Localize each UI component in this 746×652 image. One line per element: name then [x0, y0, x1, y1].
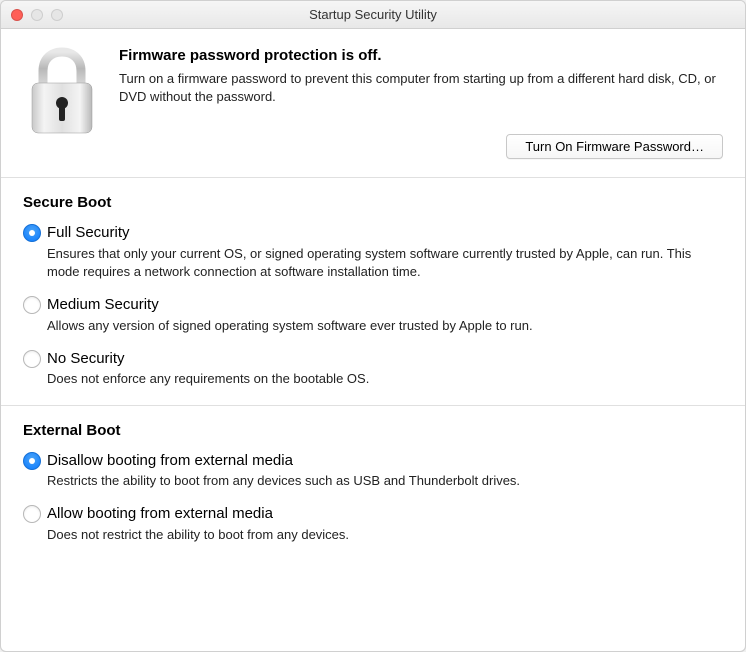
- radio-icon[interactable]: [23, 505, 41, 523]
- titlebar: Startup Security Utility: [1, 1, 745, 29]
- lock-icon: [23, 47, 101, 159]
- radio-description: Restricts the ability to boot from any d…: [47, 472, 723, 490]
- radio-label: No Security: [47, 349, 723, 369]
- radio-description: Does not restrict the ability to boot fr…: [47, 526, 723, 544]
- firmware-password-description: Turn on a firmware password to prevent t…: [119, 70, 723, 106]
- secure-boot-title: Secure Boot: [23, 194, 723, 211]
- firmware-password-section: Firmware password protection is off. Tur…: [1, 29, 745, 178]
- zoom-icon: [51, 9, 63, 21]
- secure-boot-option-medium-security[interactable]: Medium Security Allows any version of si…: [23, 295, 723, 335]
- close-icon[interactable]: [11, 9, 23, 21]
- turn-on-firmware-password-button[interactable]: Turn On Firmware Password…: [506, 134, 723, 159]
- radio-description: Allows any version of signed operating s…: [47, 317, 723, 335]
- radio-label: Disallow booting from external media: [47, 451, 723, 471]
- radio-label: Allow booting from external media: [47, 504, 723, 524]
- secure-boot-option-no-security[interactable]: No Security Does not enforce any require…: [23, 349, 723, 389]
- radio-icon[interactable]: [23, 350, 41, 368]
- secure-boot-option-full-security[interactable]: Full Security Ensures that only your cur…: [23, 223, 723, 281]
- startup-security-utility-window: Startup Security Utility: [0, 0, 746, 652]
- traffic-lights: [1, 9, 63, 21]
- external-boot-section: External Boot Disallow booting from exte…: [1, 406, 745, 560]
- external-boot-option-disallow[interactable]: Disallow booting from external media Res…: [23, 451, 723, 491]
- radio-description: Ensures that only your current OS, or si…: [47, 245, 723, 281]
- firmware-password-heading: Firmware password protection is off.: [119, 47, 723, 64]
- radio-label: Full Security: [47, 223, 723, 243]
- external-boot-option-allow[interactable]: Allow booting from external media Does n…: [23, 504, 723, 544]
- external-boot-title: External Boot: [23, 422, 723, 439]
- minimize-icon: [31, 9, 43, 21]
- radio-icon[interactable]: [23, 224, 41, 242]
- window-title: Startup Security Utility: [1, 7, 745, 22]
- radio-icon[interactable]: [23, 452, 41, 470]
- secure-boot-section: Secure Boot Full Security Ensures that o…: [1, 178, 745, 405]
- radio-description: Does not enforce any requirements on the…: [47, 370, 723, 388]
- radio-icon[interactable]: [23, 296, 41, 314]
- radio-label: Medium Security: [47, 295, 723, 315]
